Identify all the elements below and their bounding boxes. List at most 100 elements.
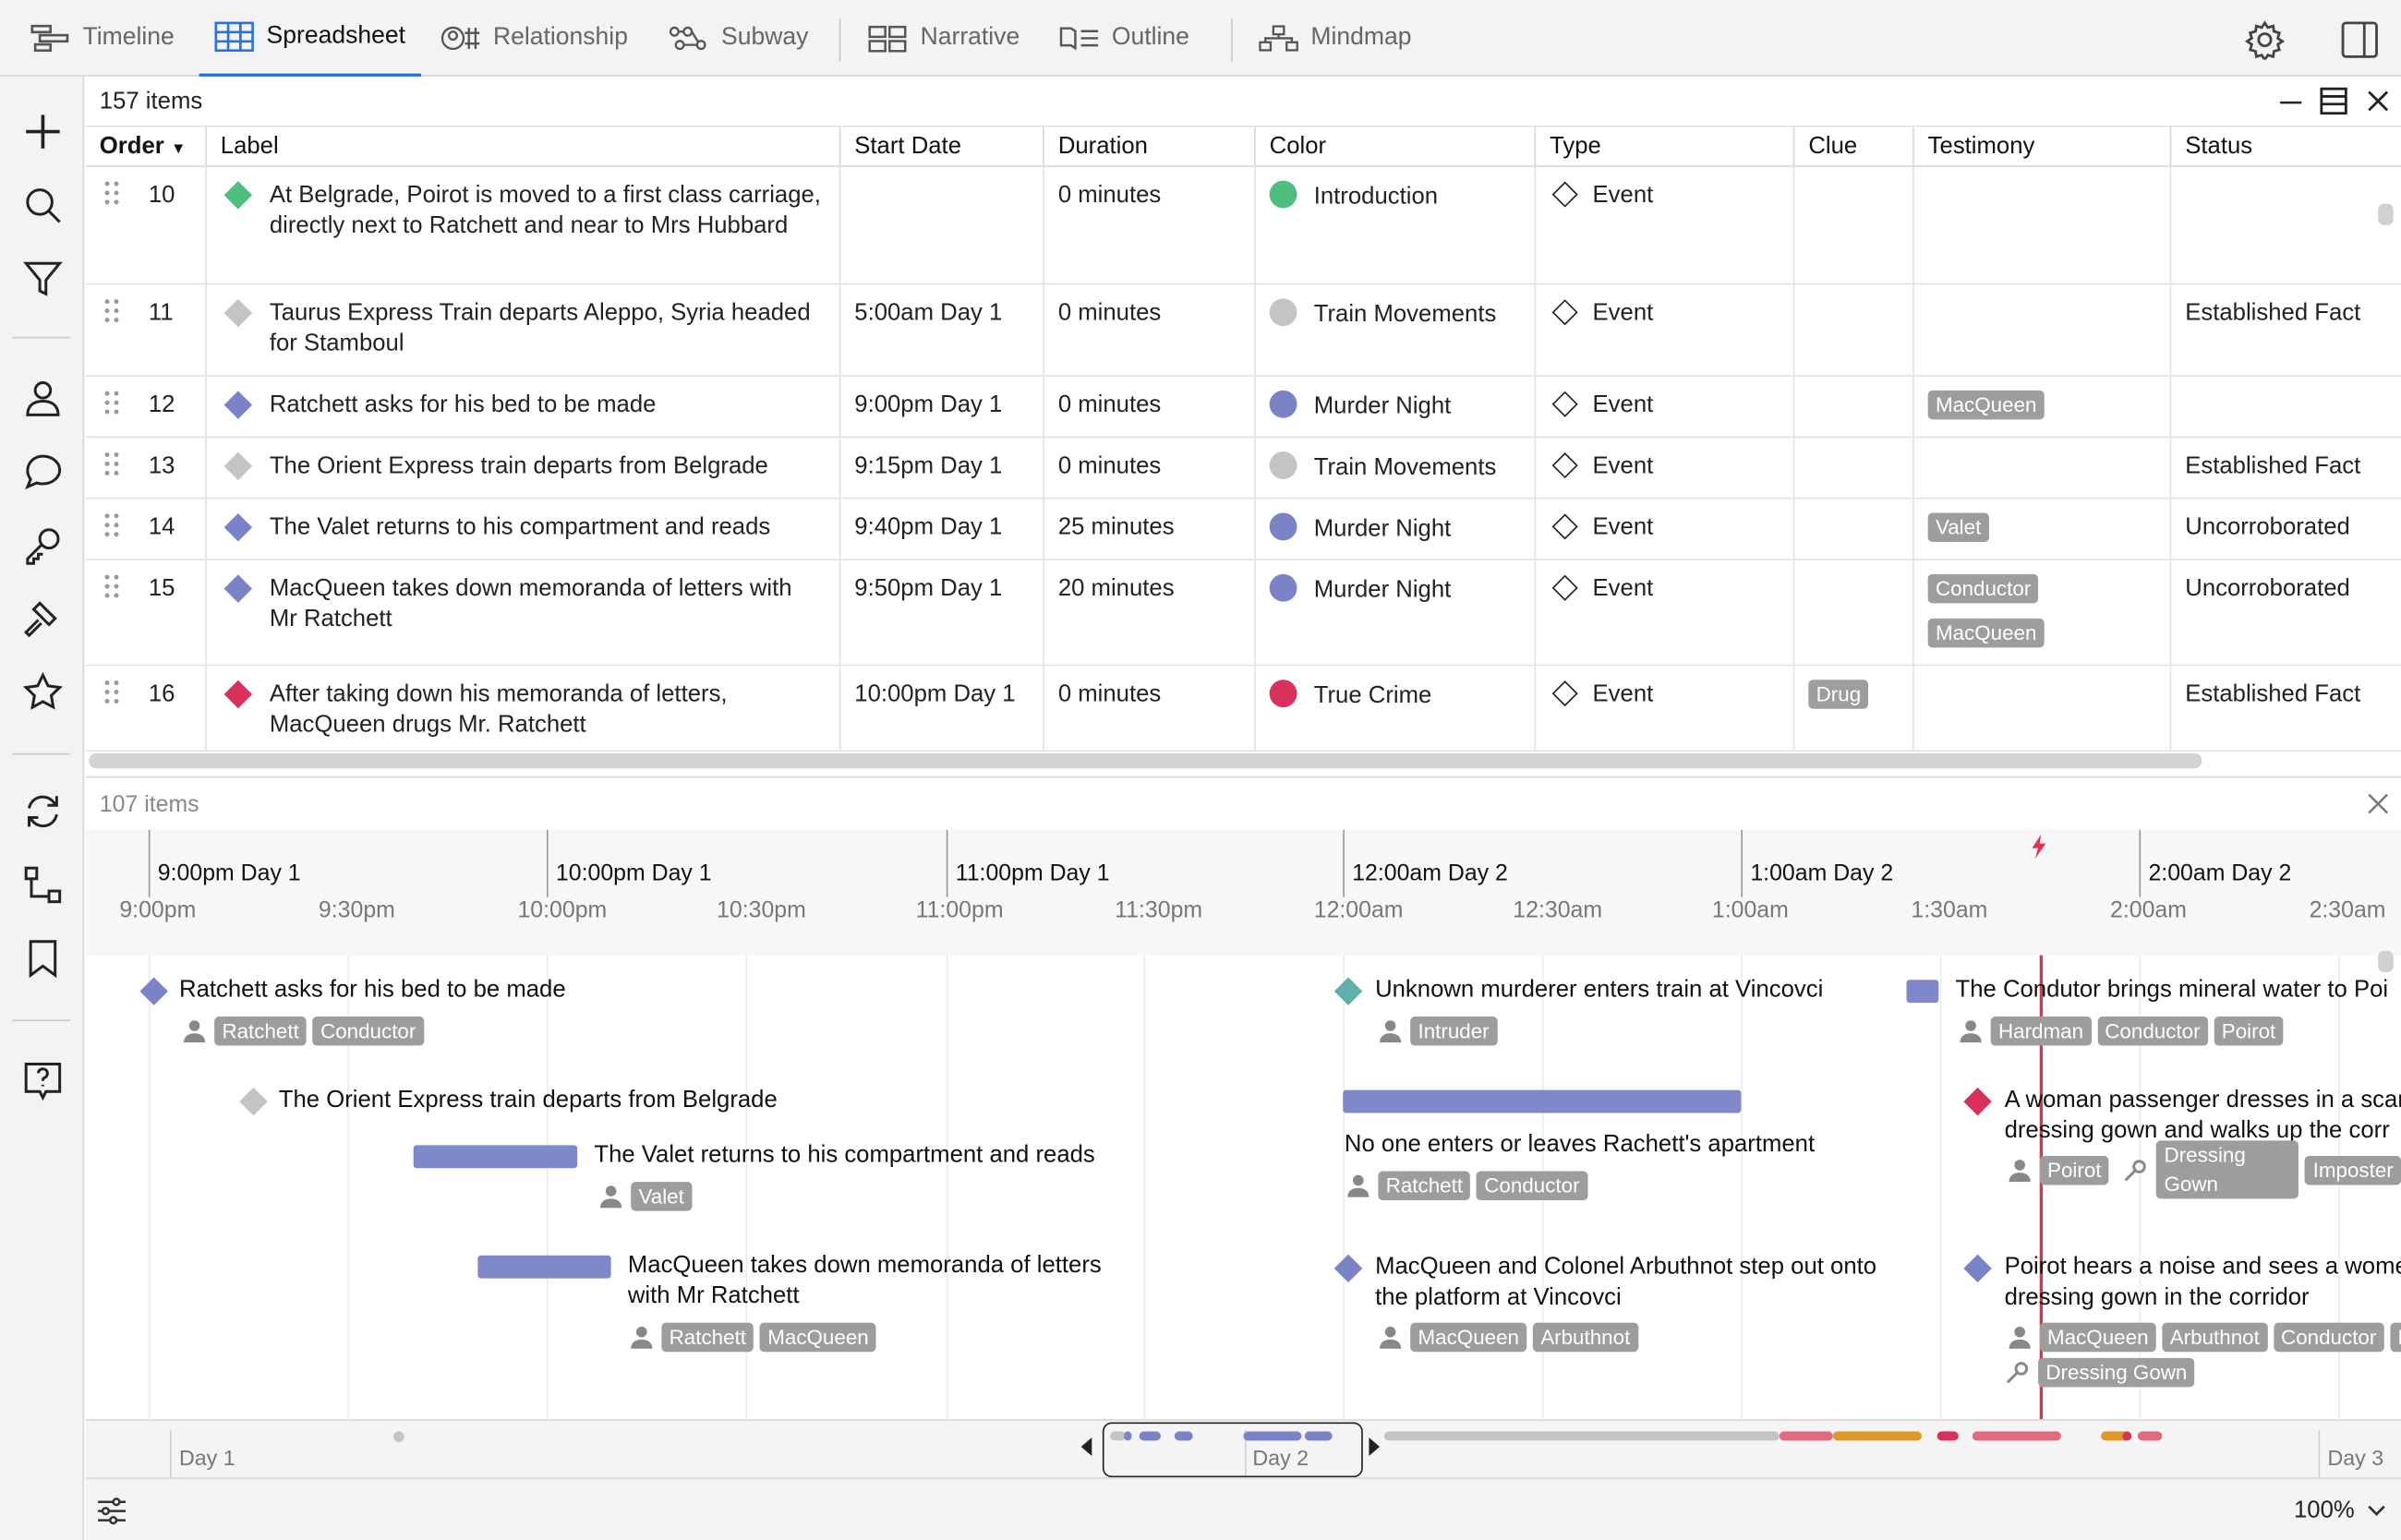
duration-value[interactable]: 0 minutes — [1058, 300, 1161, 326]
type-value[interactable]: Event — [1593, 514, 1654, 540]
column-header-color[interactable]: Color — [1256, 126, 1537, 167]
row-label[interactable]: Ratchett asks for his bed to be made — [270, 391, 839, 420]
filter-icon[interactable] — [21, 258, 64, 300]
timeline-scrollbar-thumb[interactable] — [2378, 950, 2394, 972]
drag-handle-icon[interactable] — [104, 574, 120, 599]
timeline-overview[interactable]: Day 1 Day 2 Day 3 — [85, 1419, 2401, 1479]
column-header-duration[interactable]: Duration — [1044, 126, 1256, 167]
event-diamond-icon[interactable] — [1333, 1254, 1363, 1283]
event-diamond-icon[interactable] — [139, 977, 168, 1005]
speech-bubble-icon[interactable] — [21, 451, 64, 493]
tab-outline[interactable]: Outline — [1059, 0, 1189, 77]
event-diamond-icon[interactable] — [1963, 1087, 1992, 1116]
column-header-clue[interactable]: Clue — [1794, 126, 1914, 167]
tab-spreadsheet[interactable]: Spreadsheet — [199, 0, 421, 77]
duration-bar[interactable] — [1343, 1089, 1742, 1113]
tab-subway[interactable]: Subway — [669, 0, 808, 77]
duration-value[interactable]: 0 minutes — [1058, 391, 1161, 417]
start-date-value[interactable]: 9:50pm Day 1 — [854, 575, 1002, 601]
table-row[interactable]: 13 The Orient Express train departs from … — [85, 438, 2401, 499]
character-tag[interactable]: Ratchett — [214, 1016, 308, 1045]
character-tag[interactable]: Conductor — [312, 1016, 424, 1045]
color-name[interactable]: Train Movements — [1314, 454, 1497, 480]
view-settings-sliders-icon[interactable] — [96, 1496, 127, 1526]
horizontal-scrollbar-thumb[interactable] — [89, 752, 2202, 769]
table-row[interactable]: 12 Ratchett asks for his bed to be made 9:… — [85, 376, 2401, 439]
character-tag[interactable]: Conductor — [2273, 1321, 2384, 1352]
event-label[interactable]: MacQueen takes down memoranda of letters… — [628, 1251, 1133, 1311]
status-value[interactable]: Established Fact — [2185, 453, 2360, 479]
character-tag[interactable]: Conductor — [1476, 1170, 1587, 1200]
drag-handle-icon[interactable] — [104, 298, 120, 323]
hammer-icon[interactable] — [21, 597, 64, 640]
duration-value[interactable]: 0 minutes — [1058, 681, 1161, 707]
color-name[interactable]: Introduction — [1314, 184, 1438, 210]
duration-value[interactable]: 20 minutes — [1058, 575, 1175, 601]
viewport-left-handle-icon[interactable] — [1080, 1438, 1092, 1456]
characters-person-icon[interactable] — [21, 377, 64, 419]
row-label[interactable]: At Belgrade, Poirot is moved to a first … — [270, 181, 839, 241]
drag-handle-icon[interactable] — [104, 181, 120, 206]
drag-handle-icon[interactable] — [104, 680, 120, 704]
column-header-status[interactable]: Status — [2171, 127, 2401, 167]
character-tag[interactable]: Hardman — [1990, 1016, 2092, 1045]
character-tag[interactable]: Poirot — [2039, 1155, 2109, 1185]
duration-value[interactable]: 0 minutes — [1058, 453, 1161, 479]
character-tag[interactable]: Poirot — [2214, 1016, 2284, 1045]
duration-value[interactable]: 0 minutes — [1058, 182, 1161, 208]
event-diamond-icon[interactable] — [1963, 1254, 1992, 1283]
table-row[interactable]: 14 The Valet returns to his compartment a… — [85, 499, 2401, 560]
character-tag[interactable]: Intruder — [1410, 1016, 1497, 1045]
clue-tag[interactable]: Dressing Gown — [2156, 1140, 2299, 1199]
sync-icon[interactable] — [21, 790, 64, 833]
table-row[interactable]: 10 At Belgrade, Poirot is moved to a firs… — [85, 166, 2401, 285]
settings-gear-icon[interactable] — [2244, 20, 2286, 60]
timeline-axis[interactable]: 9:00pm Day 1 10:00pm Day 1 11:00pm Day 1 12… — [85, 829, 2401, 956]
clue-tag[interactable]: Dressing Gown — [2038, 1356, 2195, 1387]
start-date-value[interactable]: 5:00am Day 1 — [854, 300, 1002, 326]
start-date-value[interactable]: 9:40pm Day 1 — [854, 514, 1002, 540]
conflict-lightning-icon[interactable] — [2031, 834, 2049, 860]
clue-tag[interactable]: Drug — [1808, 680, 1869, 709]
column-header-start-date[interactable]: Start Date — [840, 126, 1044, 167]
status-value[interactable]: Established Fact — [2185, 300, 2360, 326]
event-label[interactable]: A woman passenger dresses in a scar dres… — [2005, 1086, 2401, 1146]
row-label[interactable]: The Orient Express train departs from Be… — [270, 451, 839, 481]
viewport-right-handle-icon[interactable] — [1369, 1438, 1381, 1456]
tab-narrative[interactable]: Narrative — [868, 0, 1020, 77]
drag-handle-icon[interactable] — [104, 391, 120, 415]
column-header-label[interactable]: Label — [207, 126, 841, 167]
close-panel-icon[interactable] — [2366, 89, 2391, 114]
tab-relationship[interactable]: Relationship — [440, 0, 628, 77]
duration-bar[interactable] — [477, 1255, 611, 1279]
testimony-tag[interactable]: Valet — [1927, 512, 1989, 543]
event-diamond-icon[interactable] — [239, 1087, 268, 1116]
start-date-value[interactable]: 9:00pm Day 1 — [854, 391, 1002, 417]
duration-value[interactable]: 25 minutes — [1058, 514, 1175, 540]
color-name[interactable]: Train Movements — [1314, 302, 1497, 328]
table-row[interactable]: 11 Taurus Express Train departs Aleppo, S… — [85, 284, 2401, 377]
color-name[interactable]: True Crime — [1314, 683, 1432, 709]
character-tag[interactable]: Valet — [631, 1181, 693, 1210]
bookmark-icon[interactable] — [21, 937, 64, 980]
type-value[interactable]: Event — [1593, 453, 1654, 479]
color-name[interactable]: Murder Night — [1314, 393, 1452, 419]
event-label[interactable]: The Valet returns to his compartment and… — [594, 1140, 1094, 1170]
star-icon[interactable] — [21, 670, 64, 713]
color-name[interactable]: Murder Night — [1314, 516, 1452, 542]
minimize-icon[interactable] — [2278, 90, 2303, 115]
status-value[interactable]: Uncorroborated — [2185, 575, 2350, 601]
event-label[interactable]: Poirot hears a noise and sees a wome dre… — [2005, 1252, 2401, 1312]
drag-handle-icon[interactable] — [104, 451, 120, 476]
character-tag[interactable]: MacQueen — [2039, 1321, 2156, 1352]
column-header-type[interactable]: Type — [1536, 126, 1795, 167]
key-icon[interactable] — [21, 523, 64, 566]
event-label[interactable]: The Orient Express train departs from Be… — [279, 1086, 778, 1115]
color-name[interactable]: Murder Night — [1314, 577, 1452, 603]
event-label[interactable]: The Condutor brings mineral water to Poi — [1956, 975, 2389, 1005]
duration-bar[interactable] — [413, 1145, 578, 1169]
character-tag[interactable]: MacQueen — [759, 1321, 877, 1352]
event-label[interactable]: Unknown murderer enters train at Vincovc… — [1375, 975, 1823, 1005]
start-date-value[interactable]: 9:15pm Day 1 — [854, 453, 1002, 479]
start-date-value[interactable]: 10:00pm Day 1 — [854, 681, 1015, 707]
